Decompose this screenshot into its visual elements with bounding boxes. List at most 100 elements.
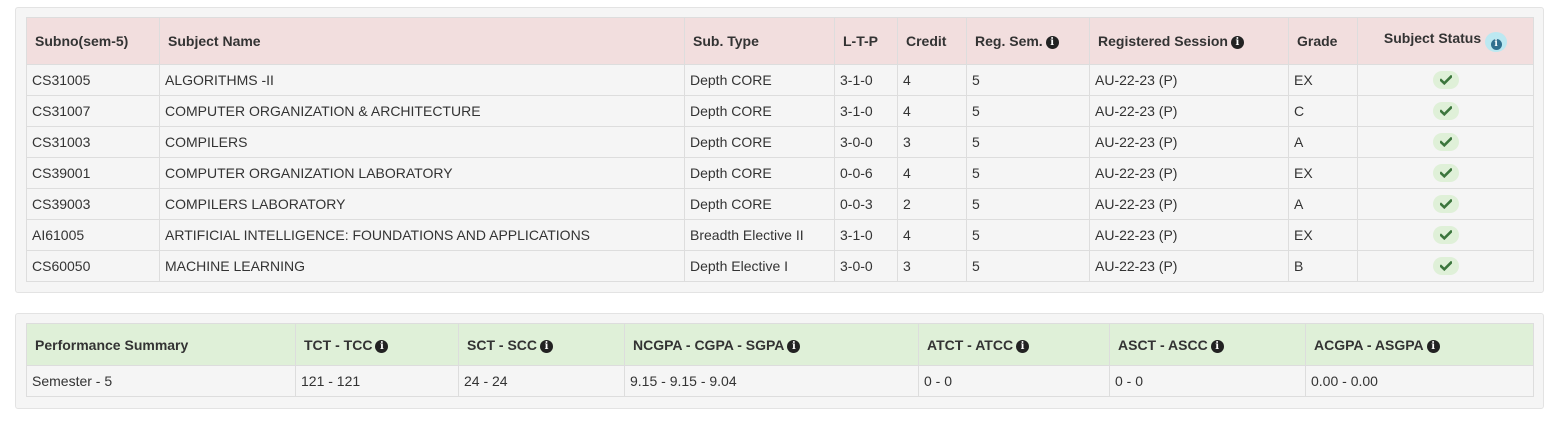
row-credit: 3	[897, 126, 967, 158]
row-subject-status	[1357, 126, 1534, 158]
row-credit: 4	[897, 95, 967, 127]
row-ltp: 0-0-3	[834, 188, 898, 220]
summary-acgpa: 0.00 - 0.00	[1305, 365, 1534, 397]
header-reg-sem-label: Reg. Sem.	[975, 33, 1043, 49]
header-registered-session-label: Registered Session	[1098, 33, 1228, 49]
row-reg-sem: 5	[966, 95, 1090, 127]
row-sub-type: Depth CORE	[684, 95, 835, 127]
header-grade: Grade	[1288, 17, 1358, 65]
row-reg-sem: 5	[966, 219, 1090, 251]
info-icon[interactable]: i	[1210, 339, 1224, 353]
row-grade: C	[1288, 95, 1358, 127]
table-row: CS39001 COMPUTER ORGANIZATION LABORATORY D…	[26, 157, 1534, 189]
row-subject-status	[1357, 95, 1534, 127]
header-atct: ATCT - ATCC i	[918, 323, 1110, 366]
row-subject-name: MACHINE LEARNING	[159, 250, 685, 282]
row-subject-name: COMPILERS LABORATORY	[159, 188, 685, 220]
header-asct: ASCT - ASCC i	[1109, 323, 1306, 366]
row-sub-type: Depth CORE	[684, 188, 835, 220]
row-reg-sem: 5	[966, 64, 1090, 96]
header-credit: Credit	[897, 17, 967, 65]
row-reg-sem: 5	[966, 126, 1090, 158]
header-subject-status-label: Subject Status	[1383, 30, 1482, 46]
header-tct-tcc: TCT - TCC i	[295, 323, 459, 366]
subject-grades-table: Subno(sem-5) Subject Name Sub. Type L-T-…	[26, 17, 1534, 282]
info-icon[interactable]: i	[540, 339, 553, 353]
row-credit: 2	[897, 188, 967, 220]
check-icon	[1432, 257, 1459, 276]
summary-sct-scc: 24 - 24	[458, 365, 625, 397]
summary-tct-tcc: 121 - 121	[295, 365, 459, 397]
row-grade: B	[1288, 250, 1358, 282]
row-credit: 4	[897, 219, 967, 251]
row-sub-type: Depth CORE	[684, 126, 835, 158]
table-row: CS31007 COMPUTER ORGANIZATION & ARCHITECT…	[26, 95, 1534, 127]
row-registered-session: AU-22-23 (P)	[1089, 126, 1289, 158]
summary-performance: Semester - 5	[26, 365, 296, 397]
row-subno: CS31007	[26, 95, 160, 127]
header-subject-name: Subject Name	[159, 17, 685, 65]
info-icon[interactable]: i	[1230, 36, 1244, 49]
row-sub-type: Depth CORE	[684, 64, 835, 96]
row-sub-type: Depth CORE	[684, 157, 835, 189]
row-subno: CS39003	[26, 188, 160, 220]
summary-header-row: Performance Summary TCT - TCC i SCT - SCC…	[26, 323, 1534, 366]
header-subject-status: Subject Status i	[1357, 17, 1534, 65]
row-ltp: 3-0-0	[834, 250, 898, 282]
row-grade: A	[1288, 188, 1358, 220]
row-registered-session: AU-22-23 (P)	[1089, 219, 1289, 251]
row-subject-status	[1357, 188, 1534, 220]
info-icon[interactable]: i	[1045, 36, 1059, 49]
info-icon[interactable]: i	[375, 339, 389, 353]
row-subno: CS60050	[26, 250, 160, 282]
info-icon[interactable]: i	[1016, 339, 1030, 353]
row-subject-status	[1357, 64, 1534, 96]
row-ltp: 3-1-0	[834, 64, 898, 96]
row-registered-session: AU-22-23 (P)	[1089, 188, 1289, 220]
check-icon	[1432, 195, 1459, 214]
header-acgpa: ACGPA - ASGPA i	[1305, 323, 1534, 366]
row-subject-name: COMPUTER ORGANIZATION LABORATORY	[159, 157, 685, 189]
header-sct-scc: SCT - SCC i	[458, 323, 625, 366]
grades-header-row: Subno(sem-5) Subject Name Sub. Type L-T-…	[26, 17, 1534, 65]
row-registered-session: AU-22-23 (P)	[1089, 157, 1289, 189]
table-row: CS31005 ALGORITHMS -II Depth CORE 3-1-0 4 5 AU…	[26, 64, 1534, 96]
row-ltp: 3-1-0	[834, 95, 898, 127]
header-performance-summary: Performance Summary	[26, 323, 296, 366]
row-ltp: 3-0-0	[834, 126, 898, 158]
row-registered-session: AU-22-23 (P)	[1089, 64, 1289, 96]
row-subno: CS31003	[26, 126, 160, 158]
info-icon[interactable]: i	[787, 339, 801, 353]
row-grade: A	[1288, 126, 1358, 158]
header-asct-label: ASCT - ASCC	[1118, 336, 1208, 353]
row-grade: EX	[1288, 219, 1358, 251]
row-subject-name: COMPUTER ORGANIZATION & ARCHITECTURE	[159, 95, 685, 127]
row-subject-status	[1357, 250, 1534, 282]
table-row: CS31003 COMPILERS Depth CORE 3-0-0 3 5 AU-22-2…	[26, 126, 1534, 158]
header-reg-sem: Reg. Sem. i	[966, 17, 1090, 65]
performance-summary-panel: Performance Summary TCT - TCC i SCT - SCC…	[15, 313, 1544, 409]
info-icon[interactable]: i	[1426, 339, 1440, 353]
row-reg-sem: 5	[966, 157, 1090, 189]
row-sub-type: Depth Elective I	[684, 250, 835, 282]
row-subject-name: COMPILERS	[159, 126, 685, 158]
row-grade: EX	[1288, 64, 1358, 96]
info-icon[interactable]: i	[1485, 32, 1508, 52]
row-registered-session: AU-22-23 (P)	[1089, 250, 1289, 282]
row-subject-status	[1357, 219, 1534, 251]
header-sct-scc-label: SCT - SCC	[467, 336, 537, 353]
check-icon	[1432, 102, 1459, 121]
row-subject-name: ALGORITHMS -II	[159, 64, 685, 96]
summary-atct: 0 - 0	[918, 365, 1110, 397]
header-acgpa-label: ACGPA - ASGPA	[1314, 336, 1424, 353]
table-row: CS60050 MACHINE LEARNING Depth Elective I3…	[26, 250, 1534, 282]
performance-summary-table: Performance Summary TCT - TCC i SCT - SCC…	[26, 323, 1534, 397]
table-row: AI61005 ARTIFICIAL INTELLIGENCE: FOUNDATI…	[26, 219, 1534, 251]
row-subject-name: ARTIFICIAL INTELLIGENCE: FOUNDATIONS AND…	[159, 219, 685, 251]
check-icon	[1432, 226, 1459, 245]
row-reg-sem: 5	[966, 250, 1090, 282]
summary-ncgpa: 9.15 - 9.15 - 9.04	[624, 365, 919, 397]
header-atct-label: ATCT - ATCC	[927, 336, 1014, 353]
row-grade: EX	[1288, 157, 1358, 189]
check-icon	[1432, 71, 1459, 90]
